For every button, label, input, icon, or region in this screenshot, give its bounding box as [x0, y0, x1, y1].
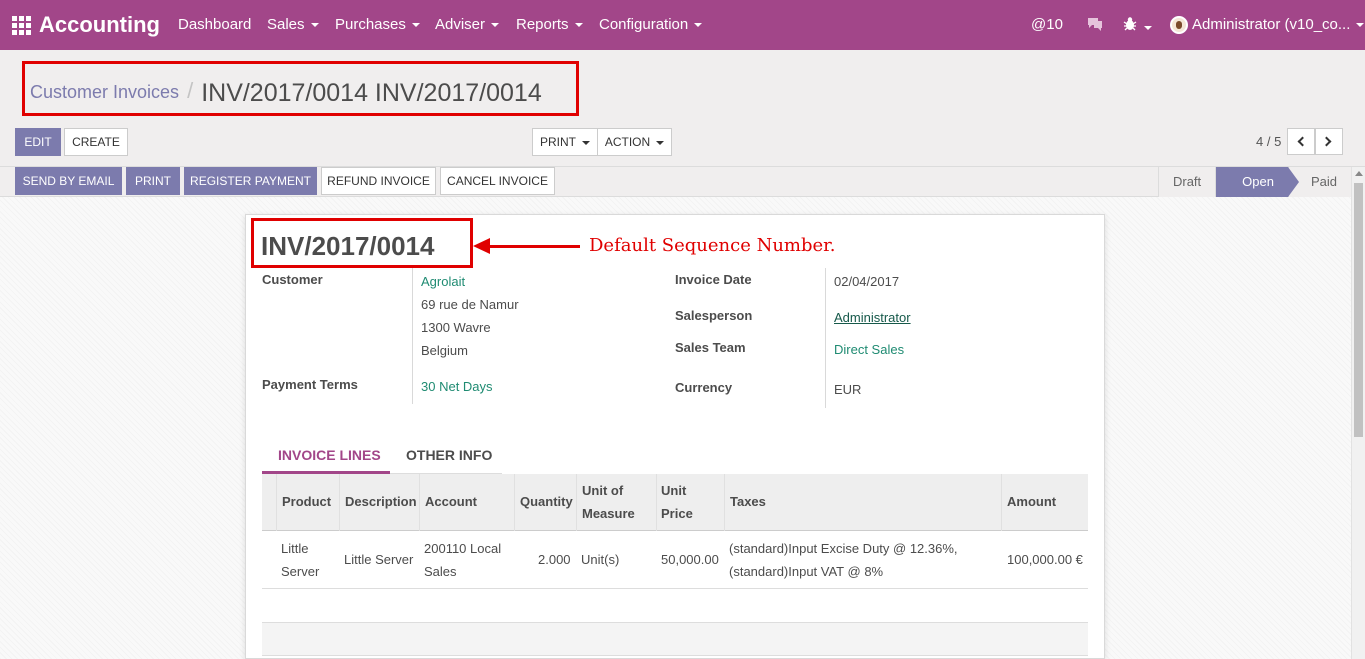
sales-team-label: Sales Team	[675, 340, 746, 355]
chevron-down-icon	[574, 23, 583, 28]
cell-quantity[interactable]: 2.000	[538, 548, 571, 571]
print-button[interactable]: Print	[126, 167, 180, 195]
currency-label: Currency	[675, 380, 733, 395]
cell-amount[interactable]: 100,000.00 €	[1007, 548, 1083, 571]
chevron-right-icon	[1321, 136, 1332, 147]
vertical-scrollbar[interactable]	[1351, 167, 1365, 659]
stage-draft[interactable]: Draft	[1157, 167, 1216, 197]
user-menu[interactable]: Administrator (v10_co...	[1192, 16, 1365, 33]
column-header-account[interactable]: Account	[425, 490, 477, 513]
user-avatar[interactable]	[1170, 16, 1188, 34]
menu-adviser[interactable]: Adviser	[435, 16, 500, 33]
pager-previous-button[interactable]	[1287, 128, 1315, 155]
stage-open[interactable]: Open	[1215, 167, 1299, 197]
chevron-down-icon	[582, 140, 590, 145]
action-dropdown-button[interactable]: Action	[597, 128, 672, 156]
row-divider	[262, 588, 1088, 589]
menu-dashboard[interactable]: Dashboard	[178, 16, 251, 33]
payment-terms-label: Payment Terms	[262, 377, 358, 392]
send-by-email-button[interactable]: Send by Email	[15, 167, 122, 195]
column-divider	[276, 474, 277, 531]
column-header-description[interactable]: Description	[345, 490, 417, 513]
menu-configuration[interactable]: Configuration	[599, 16, 703, 33]
chevron-down-icon	[491, 23, 500, 28]
salesperson-link[interactable]: Administrator	[834, 310, 911, 325]
pager-next-button[interactable]	[1315, 128, 1343, 155]
tab-other-info[interactable]: OTHER INFO	[406, 447, 492, 463]
highlight-box-breadcrumb	[22, 61, 579, 116]
invoice-date-label: Invoice Date	[675, 272, 752, 287]
salesperson-label: Salesperson	[675, 308, 753, 323]
column-divider	[656, 474, 657, 531]
column-header-amount[interactable]: Amount	[1007, 490, 1056, 513]
empty-table-row	[262, 622, 1088, 656]
debug-bug-icon[interactable]	[1122, 16, 1152, 36]
column-header-taxes[interactable]: Taxes	[730, 490, 766, 513]
top-navbar: Accounting Dashboard Sales Purchases Adv…	[0, 0, 1365, 50]
chevron-down-icon	[694, 23, 703, 28]
chevron-left-icon	[1297, 136, 1308, 147]
customer-address-line3: Belgium	[421, 343, 468, 358]
cancel-invoice-button[interactable]: Cancel Invoice	[440, 167, 555, 195]
invoice-date-value: 02/04/2017	[834, 274, 900, 289]
app-title: Accounting	[39, 12, 160, 37]
cell-account[interactable]: 200110 Local Sales	[424, 537, 501, 583]
customer-address-line2: 1300 Wavre	[421, 320, 491, 335]
column-divider	[419, 474, 420, 531]
column-header-uom[interactable]: Unit of Measure	[582, 479, 635, 525]
pager-value: 4 / 5	[1256, 134, 1282, 149]
sales-team-link[interactable]: Direct Sales	[834, 342, 904, 357]
mentions-counter[interactable]: @10	[1031, 16, 1063, 33]
column-header-unit-price[interactable]: Unit Price	[661, 479, 693, 525]
create-button[interactable]: Create	[64, 128, 128, 156]
cell-description[interactable]: Little Server	[344, 548, 413, 571]
cell-unit-price[interactable]: 50,000.00	[661, 548, 719, 571]
scrollbar-thumb[interactable]	[1354, 183, 1363, 437]
column-divider	[724, 474, 725, 531]
status-bar: Draft Open Paid	[1157, 167, 1351, 197]
chevron-down-icon	[411, 23, 420, 28]
chat-icon[interactable]	[1086, 16, 1104, 36]
currency-value: EUR	[834, 382, 862, 397]
customer-link[interactable]: Agrolait	[421, 274, 465, 289]
apps-grid-icon[interactable]	[12, 16, 32, 35]
cell-product[interactable]: Little Server	[281, 537, 319, 583]
column-header-quantity[interactable]: Quantity	[520, 490, 573, 513]
refund-invoice-button[interactable]: Refund Invoice	[321, 167, 436, 195]
field-divider	[412, 268, 413, 404]
column-header-product[interactable]: Product	[282, 490, 331, 513]
customer-label: Customer	[262, 272, 323, 287]
highlight-box-invoice-number	[251, 218, 473, 268]
tab-invoice-lines[interactable]: INVOICE LINES	[278, 447, 381, 463]
annotation-text: Default Sequence Number.	[589, 235, 836, 256]
annotation-arrow-line	[488, 245, 580, 248]
cell-taxes[interactable]: (standard)Input Excise Duty @ 12.36%, (st…	[729, 537, 958, 583]
column-divider	[1001, 474, 1002, 531]
column-divider	[576, 474, 577, 531]
edit-button[interactable]: Edit	[15, 128, 61, 156]
print-dropdown-button[interactable]: Print	[532, 128, 598, 156]
payment-terms-link[interactable]: 30 Net Days	[421, 379, 493, 394]
column-divider	[339, 474, 340, 531]
field-divider	[825, 268, 826, 408]
menu-purchases[interactable]: Purchases	[335, 16, 420, 33]
column-divider	[514, 474, 515, 531]
register-payment-button[interactable]: Register Payment	[184, 167, 317, 195]
cell-uom[interactable]: Unit(s)	[581, 548, 619, 571]
scroll-up-arrow-icon[interactable]	[1355, 171, 1363, 176]
customer-address-line1: 69 rue de Namur	[421, 297, 519, 312]
chevron-down-icon	[1356, 23, 1365, 28]
menu-sales[interactable]: Sales	[267, 16, 319, 33]
chevron-down-icon	[1144, 26, 1152, 31]
chevron-down-icon	[656, 140, 665, 145]
chevron-down-icon	[310, 23, 319, 28]
menu-reports[interactable]: Reports	[516, 16, 583, 33]
